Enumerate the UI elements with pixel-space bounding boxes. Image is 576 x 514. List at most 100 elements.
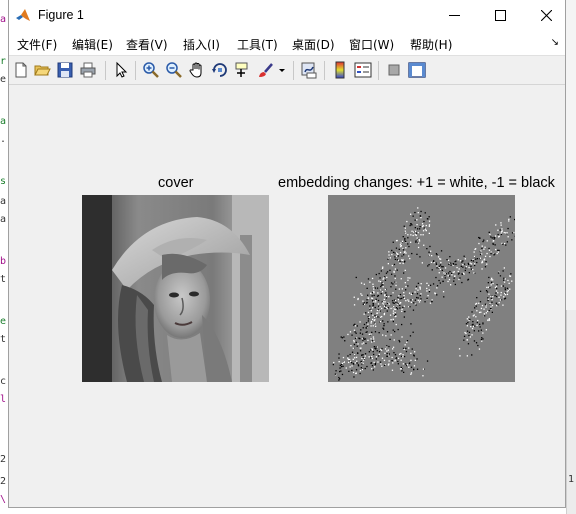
- embedding-change-pixel: [360, 347, 362, 349]
- embedding-change-pixel: [417, 207, 419, 209]
- embedding-change-pixel: [392, 329, 394, 331]
- embedding-change-pixel: [507, 279, 509, 282]
- menu-help[interactable]: 帮助(H): [410, 36, 452, 53]
- zoom-in-icon[interactable]: [142, 61, 160, 79]
- embedding-change-pixel: [398, 248, 400, 250]
- save-icon[interactable]: [56, 61, 74, 79]
- pointer-icon[interactable]: [112, 61, 130, 79]
- axes-title-embedding-changes: embedding changes: +1 = white, -1 = blac…: [278, 175, 555, 191]
- embedding-change-pixel: [379, 321, 382, 323]
- new-figure-icon[interactable]: [12, 61, 30, 79]
- embedding-change-pixel: [426, 297, 428, 299]
- embedding-change-pixel: [392, 283, 394, 285]
- embedding-change-pixel: [491, 281, 493, 283]
- embedding-change-pixel: [403, 261, 406, 263]
- embedding-change-pixel: [377, 316, 379, 318]
- menu-edit[interactable]: 编辑(E): [72, 36, 113, 53]
- menu-window[interactable]: 窗口(W): [349, 36, 394, 53]
- menu-desktop[interactable]: 桌面(D): [292, 36, 335, 53]
- embedding-change-pixel: [411, 348, 413, 350]
- embedding-change-pixel: [473, 330, 475, 332]
- embedding-change-pixel: [490, 251, 492, 253]
- brush-icon[interactable]: [257, 61, 275, 79]
- hide-plot-tools-icon[interactable]: [385, 61, 403, 79]
- data-cursor-icon[interactable]: [234, 61, 252, 79]
- embedding-change-pixel: [394, 258, 396, 260]
- embedding-change-pixel: [447, 280, 449, 283]
- embedding-change-pixel: [375, 298, 377, 300]
- embedding-change-pixel: [383, 298, 385, 300]
- embedding-change-pixel: [395, 255, 397, 257]
- embedding-change-pixel: [496, 295, 498, 298]
- embedding-change-pixel: [390, 282, 393, 284]
- embedding-change-pixel: [391, 369, 394, 371]
- embedding-change-pixel: [361, 368, 364, 371]
- minimize-button[interactable]: [431, 0, 477, 31]
- embedding-change-pixel: [392, 320, 394, 323]
- embedding-change-pixel: [359, 350, 362, 352]
- embedding-change-pixel: [411, 299, 414, 301]
- print-icon[interactable]: [79, 61, 97, 79]
- legend-icon[interactable]: [354, 61, 372, 79]
- embedding-change-pixel: [500, 233, 503, 236]
- embedding-change-pixel: [372, 325, 374, 327]
- link-plot-icon[interactable]: [300, 61, 318, 79]
- embedding-change-pixel: [491, 299, 493, 301]
- title-bar[interactable]: Figure 1: [9, 0, 565, 31]
- maximize-button[interactable]: [477, 0, 523, 31]
- pan-icon[interactable]: [188, 61, 206, 79]
- embedding-change-pixel: [393, 308, 396, 310]
- menu-view[interactable]: 查看(V): [126, 36, 168, 53]
- embedding-change-pixel: [410, 366, 413, 368]
- embedding-change-pixel: [342, 356, 345, 359]
- embedding-change-pixel: [433, 262, 435, 264]
- embedding-change-pixel: [436, 254, 438, 256]
- embedding-change-pixel: [497, 233, 499, 236]
- show-plot-tools-icon[interactable]: [408, 61, 426, 79]
- embedding-change-pixel: [504, 242, 506, 245]
- colorbar-icon[interactable]: [331, 61, 349, 79]
- embedding-change-pixel: [428, 289, 430, 291]
- embedding-change-pixel: [468, 334, 470, 337]
- menu-insert[interactable]: 插入(I): [183, 36, 220, 53]
- embedding-change-pixel: [361, 354, 363, 356]
- embedding-change-pixel: [408, 347, 410, 349]
- menu-file[interactable]: 文件(F): [17, 36, 57, 53]
- embedding-change-pixel: [397, 328, 399, 331]
- embedding-change-pixel: [413, 365, 416, 367]
- zoom-out-icon[interactable]: [165, 61, 183, 79]
- open-file-icon[interactable]: [33, 61, 51, 79]
- embedding-change-pixel: [402, 236, 404, 238]
- embedding-change-pixel: [401, 323, 403, 326]
- embedding-change-pixel: [505, 244, 507, 246]
- embedding-change-pixel: [381, 267, 384, 269]
- embedding-change-pixel: [415, 234, 417, 236]
- embedding-change-pixel: [400, 242, 402, 244]
- embedding-change-pixel: [497, 272, 500, 274]
- embedding-change-pixel: [464, 331, 466, 334]
- close-button[interactable]: [523, 0, 565, 31]
- embedding-change-pixel: [497, 249, 499, 251]
- embedding-change-pixel: [365, 342, 367, 345]
- menu-tools[interactable]: 工具(T): [237, 36, 278, 53]
- embedding-change-pixel: [407, 243, 409, 245]
- embedding-change-pixel: [363, 313, 365, 315]
- menu-bar: 文件(F) 编辑(E) 查看(V) 插入(I) 工具(T) 桌面(D) 窗口(W…: [9, 31, 565, 55]
- embedding-change-pixel: [404, 239, 406, 241]
- embedding-change-pixel: [410, 213, 412, 215]
- brush-dropdown-icon[interactable]: [277, 61, 287, 79]
- embedding-change-pixel: [349, 366, 351, 368]
- embedding-change-pixel: [362, 327, 364, 329]
- rotate-3d-icon[interactable]: [211, 61, 229, 79]
- embedding-change-pixel: [442, 291, 445, 293]
- embedding-change-pixel: [354, 362, 356, 364]
- embedding-change-pixel: [382, 266, 384, 268]
- embedding-change-pixel: [465, 266, 467, 268]
- dock-arrow-icon[interactable]: ↘: [551, 37, 559, 48]
- embedding-change-pixel: [491, 301, 493, 303]
- embedding-change-pixel: [361, 294, 363, 296]
- embedding-change-pixel: [396, 269, 398, 271]
- embedding-change-pixel: [408, 362, 410, 365]
- embedding-change-pixel: [370, 322, 372, 324]
- embedding-change-pixel: [394, 256, 396, 258]
